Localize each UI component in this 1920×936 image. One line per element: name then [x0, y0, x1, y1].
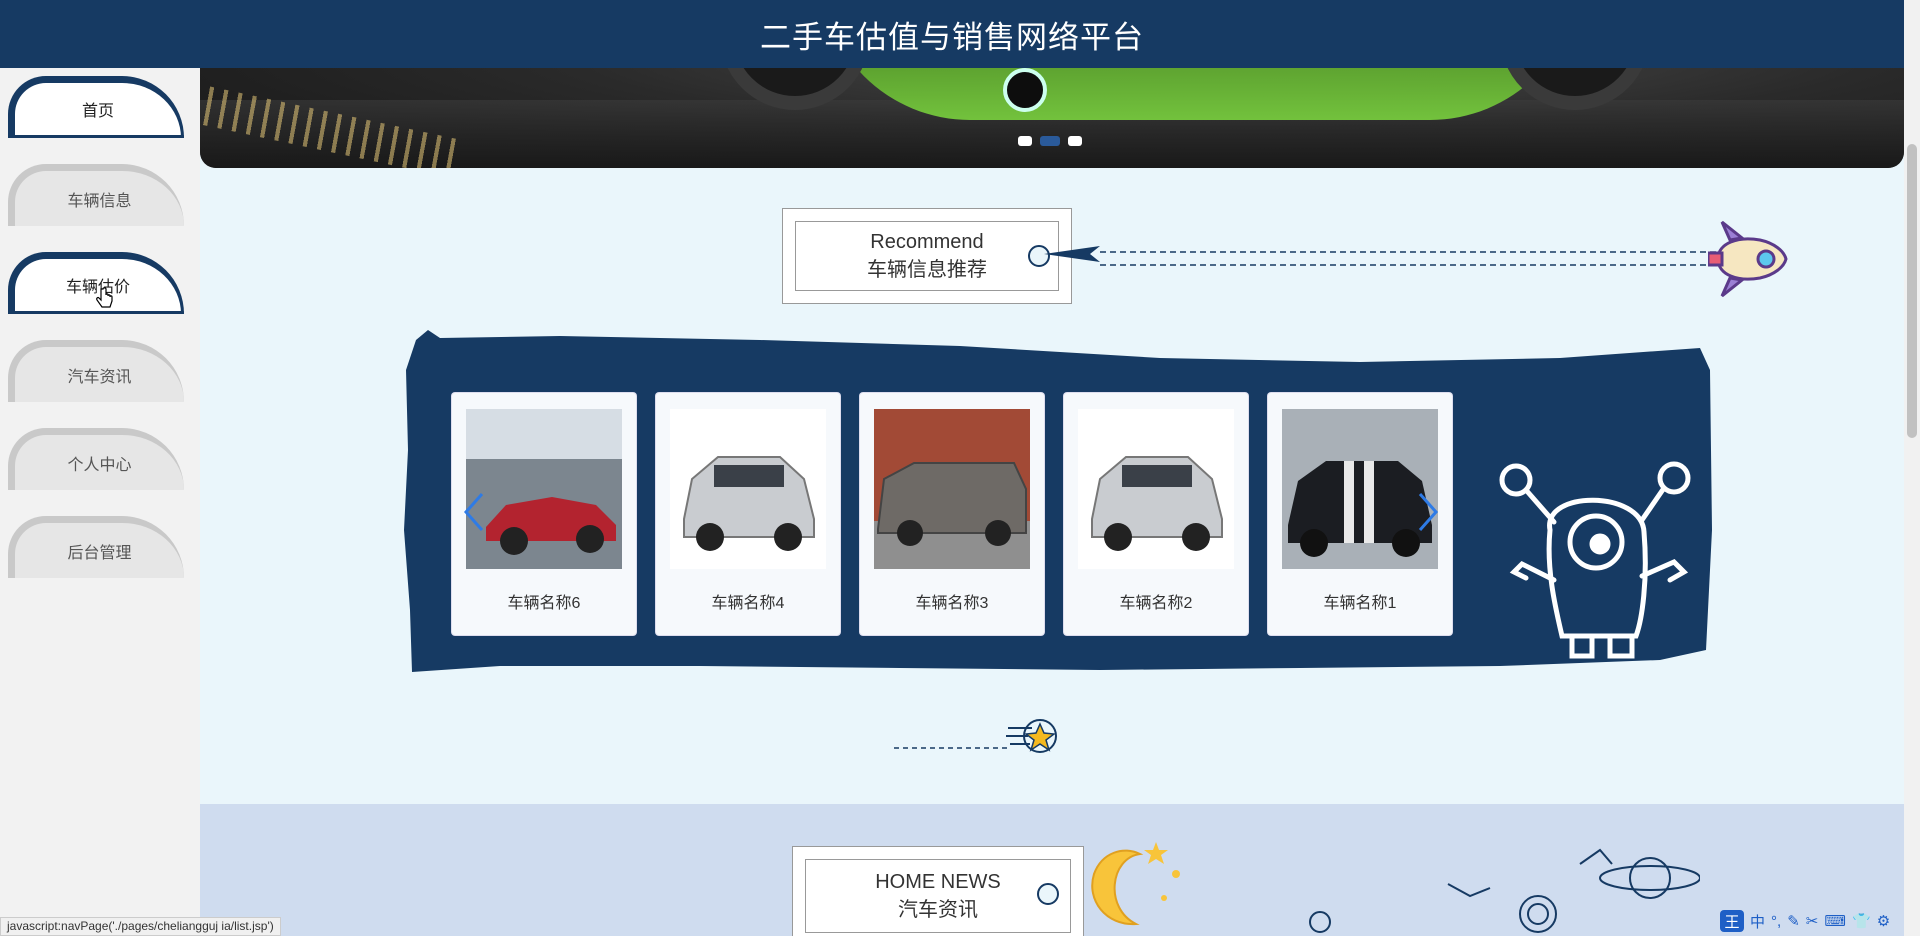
- car-name: 车辆名称2: [1119, 595, 1193, 612]
- sidebar-item-home[interactable]: 首页: [8, 76, 184, 138]
- car-name: 车辆名称6: [507, 595, 581, 612]
- carousel-dot[interactable]: [1068, 136, 1082, 146]
- car-card[interactable]: 车辆名称4: [656, 393, 840, 635]
- car-card[interactable]: 车辆名称2: [1064, 393, 1248, 635]
- chevron-left-icon[interactable]: [462, 490, 486, 534]
- moon-stars-icon: [1091, 842, 1180, 926]
- chevron-right-icon[interactable]: [1416, 490, 1440, 534]
- ime-settings-icon[interactable]: ⚙: [1877, 912, 1890, 930]
- carousel-dot-active[interactable]: [1040, 136, 1060, 146]
- sidebar-nav: 首页 车辆信息 车辆估价 汽车资讯 个人中心 后台管理: [0, 68, 200, 936]
- news-title-dot: [1037, 883, 1059, 905]
- hand-cursor-icon: [96, 287, 113, 308]
- sidebar-item-vehicle-info[interactable]: 车辆信息: [8, 164, 184, 226]
- ime-toolbar[interactable]: 王 中 °, ✎ ✂ ⌨ 👕 ⚙: [1720, 908, 1890, 934]
- news-title-cn: 汽车资讯: [898, 899, 978, 921]
- carousel-dot[interactable]: [1018, 136, 1032, 146]
- astronaut-doodle-icon: [1309, 848, 1700, 933]
- ime-skin-icon[interactable]: 👕: [1852, 912, 1871, 930]
- car-image-black-muscle-car: [1282, 409, 1438, 569]
- car-name: 车辆名称1: [1323, 595, 1397, 612]
- recommend-title-cn: 车辆信息推荐: [867, 259, 987, 281]
- recommend-title-box: Recommend 车辆信息推荐: [782, 208, 1072, 304]
- page-scrollbar[interactable]: [1904, 0, 1920, 936]
- page-header: 二手车估值与销售网络平台: [0, 0, 1904, 68]
- banner-lamp: [1003, 68, 1047, 112]
- car-name: 车辆名称4: [711, 595, 785, 612]
- car-card[interactable]: 车辆名称3: [860, 393, 1044, 635]
- carousel-dots: [1018, 136, 1082, 146]
- ime-punctuation-icon[interactable]: °,: [1771, 913, 1781, 930]
- scrollbar-thumb[interactable]: [1907, 144, 1917, 438]
- monster-doodle-icon: [1499, 461, 1691, 659]
- car-name: 车辆名称3: [915, 595, 989, 612]
- recommend-arrow-line: [1044, 246, 1720, 266]
- ime-logo-icon[interactable]: 王: [1720, 910, 1744, 932]
- car-image-silver-suv: [1078, 409, 1234, 569]
- car-image-red-convertible: [466, 409, 622, 569]
- news-title-en: HOME NEWS: [875, 871, 1001, 893]
- rocket-icon: [1708, 220, 1788, 298]
- star-dash-icon: [894, 719, 1057, 753]
- ime-keyboard-icon[interactable]: ⌨: [1824, 912, 1846, 930]
- recommend-title-inner: Recommend 车辆信息推荐: [795, 221, 1059, 291]
- sidebar-item-car-news[interactable]: 汽车资讯: [8, 340, 184, 402]
- car-image-grey-mpv: [874, 409, 1030, 569]
- news-title-box: HOME NEWS 汽车资讯: [792, 846, 1084, 936]
- car-image-silver-suv: [670, 409, 826, 569]
- browser-status-bar: javascript:navPage('./pages/cheliangguj …: [0, 917, 281, 936]
- recommend-title-en: Recommend: [870, 231, 984, 253]
- news-title-inner: HOME NEWS 汽车资讯: [805, 859, 1071, 933]
- site-title: 二手车估值与销售网络平台: [760, 19, 1144, 55]
- ime-scissors-icon[interactable]: ✂: [1806, 912, 1819, 930]
- ime-chinese-mode[interactable]: 中: [1750, 911, 1765, 932]
- sidebar-item-admin[interactable]: 后台管理: [8, 516, 184, 578]
- sidebar-item-personal-center[interactable]: 个人中心: [8, 428, 184, 490]
- ime-pen-icon[interactable]: ✎: [1787, 912, 1800, 930]
